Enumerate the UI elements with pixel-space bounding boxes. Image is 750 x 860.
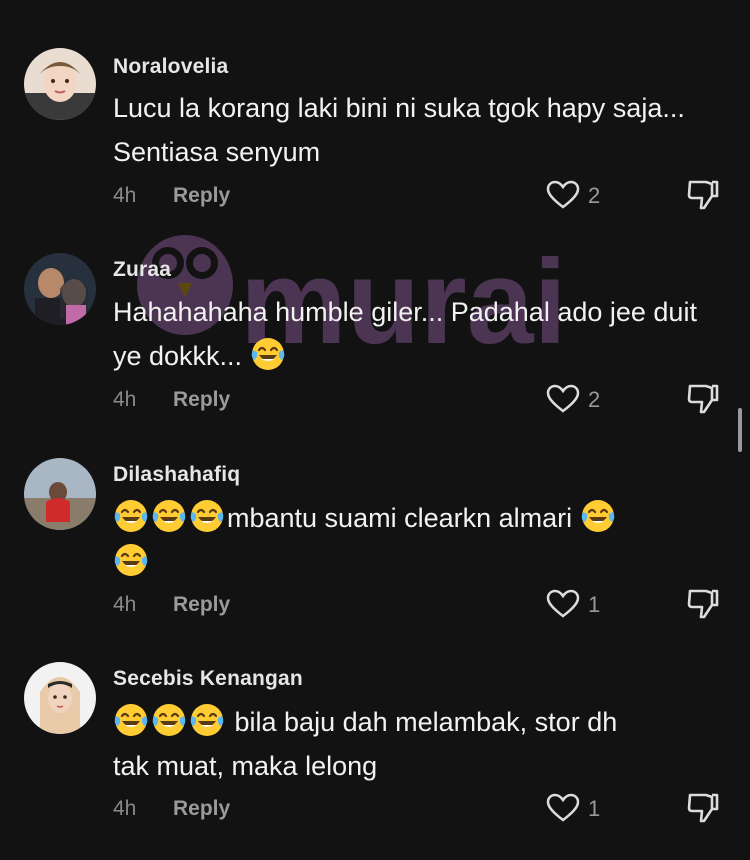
face-with-tears-of-joy-icon bbox=[113, 702, 149, 738]
heart-outline-icon[interactable] bbox=[546, 793, 580, 823]
avatar[interactable] bbox=[24, 458, 96, 530]
thumbs-down-icon[interactable] bbox=[686, 382, 720, 416]
like-count: 1 bbox=[588, 592, 601, 617]
thumbs-down-icon[interactable] bbox=[686, 587, 720, 621]
face-with-tears-of-joy-icon bbox=[580, 498, 616, 534]
timestamp: 4h bbox=[113, 388, 137, 411]
heart-outline-icon[interactable] bbox=[546, 384, 580, 414]
comment-text-content: mbantu suami clearkn almari bbox=[227, 503, 573, 533]
scrollbar[interactable] bbox=[738, 408, 742, 452]
reply-button[interactable]: Reply bbox=[173, 797, 230, 821]
comment-text-line1: bila baju dah melambak, stor dh bbox=[227, 707, 618, 737]
avatar[interactable] bbox=[24, 662, 96, 734]
comment-text-line2: tak muat, maka lelong bbox=[113, 751, 378, 781]
reply-button[interactable]: Reply bbox=[173, 388, 230, 412]
heart-outline-icon[interactable] bbox=[546, 589, 580, 619]
like-count: 1 bbox=[588, 796, 601, 821]
comment-text: bila baju dah melambak, stor dh tak muat… bbox=[113, 700, 713, 788]
avatar[interactable] bbox=[24, 253, 96, 325]
face-with-tears-of-joy-icon bbox=[151, 702, 187, 738]
like-count: 2 bbox=[588, 387, 601, 412]
face-with-tears-of-joy-icon bbox=[151, 498, 187, 534]
face-with-tears-of-joy-icon bbox=[113, 498, 149, 534]
face-with-tears-of-joy-icon bbox=[189, 498, 225, 534]
reply-button[interactable]: Reply bbox=[173, 593, 230, 617]
timestamp: 4h bbox=[113, 797, 137, 820]
username[interactable]: Dilashahafiq bbox=[113, 463, 240, 487]
comment-item: Secebis Kenangan bila baju dah melambak,… bbox=[0, 0, 750, 823]
thumbs-down-icon[interactable] bbox=[686, 791, 720, 825]
face-with-tears-of-joy-icon bbox=[113, 542, 149, 578]
face-with-tears-of-joy-icon bbox=[189, 702, 225, 738]
comment-text: Hahahahaha humble giler... Padahal ado j… bbox=[113, 290, 713, 378]
comment-text: mbantu suami clearkn almari bbox=[113, 496, 713, 584]
comment-text-content: Hahahahaha humble giler... Padahal ado j… bbox=[113, 297, 697, 371]
username[interactable]: Secebis Kenangan bbox=[113, 667, 303, 691]
username[interactable]: Zuraa bbox=[113, 258, 171, 282]
face-with-tears-of-joy-icon bbox=[250, 336, 286, 372]
timestamp: 4h bbox=[113, 593, 137, 616]
